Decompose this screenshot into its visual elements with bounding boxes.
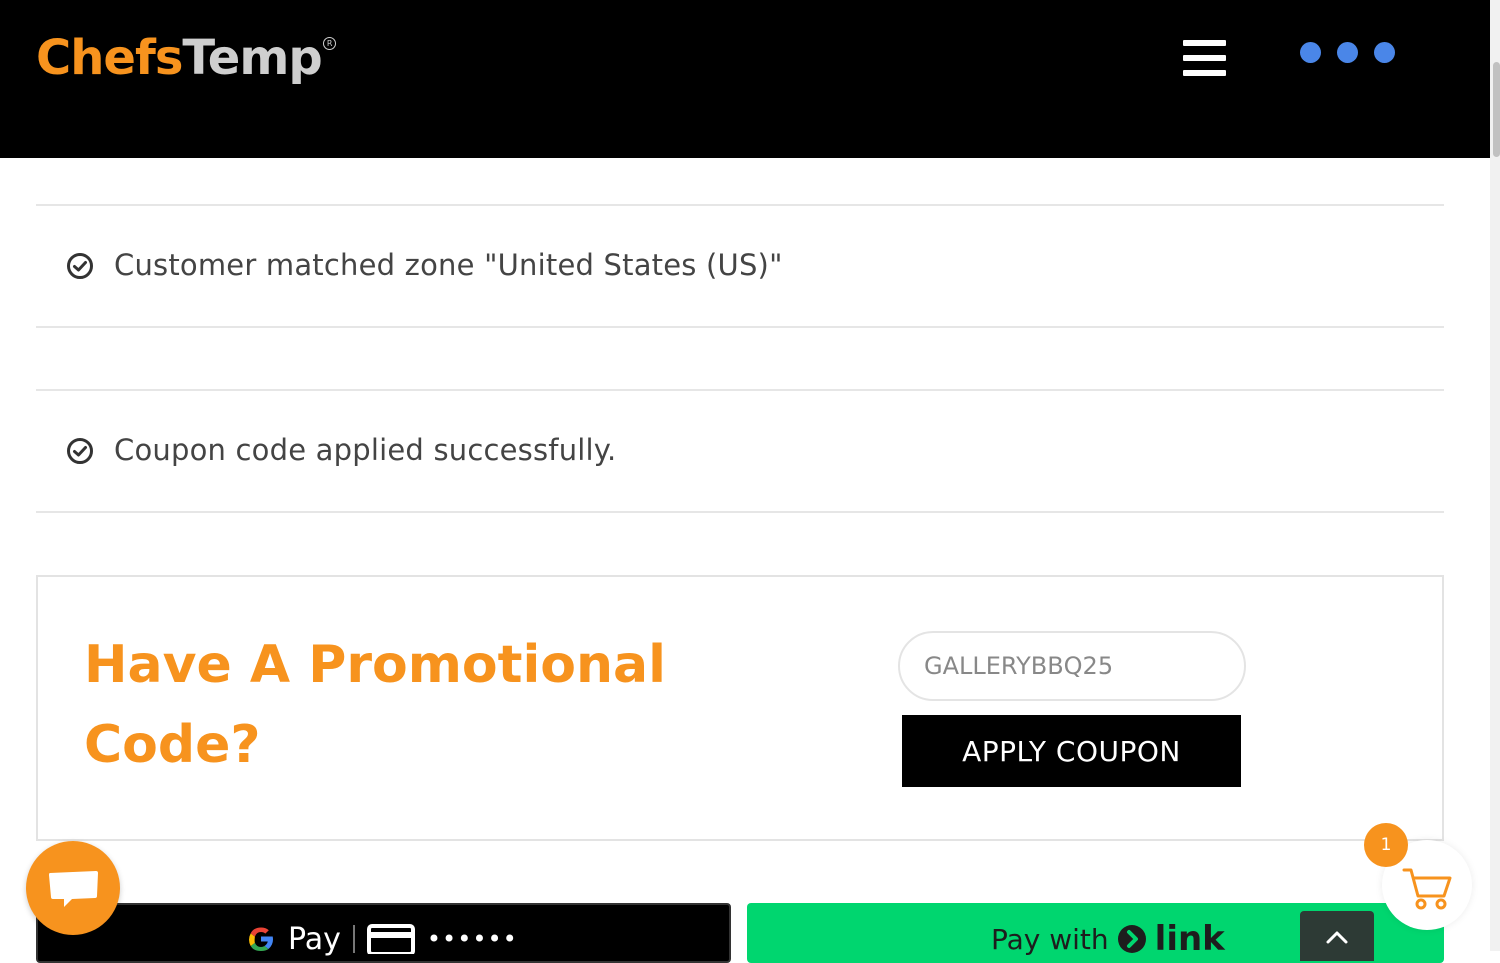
logo-temp-text: Temp (182, 30, 322, 86)
chat-bubble-icon (49, 871, 98, 907)
credit-card-icon (366, 924, 415, 954)
link-brand-text: link (1154, 919, 1225, 959)
three-dots-icon[interactable] (1300, 42, 1400, 64)
gpay-divider (352, 925, 355, 953)
chat-button[interactable] (26, 841, 120, 935)
logo-chefs-text: Chefs (36, 30, 183, 86)
check-circle-icon (67, 438, 93, 464)
registered-mark: R (322, 37, 336, 50)
apply-coupon-button[interactable]: APPLY COUPON (902, 715, 1241, 787)
cart-count-badge: 1 (1364, 823, 1408, 867)
google-g-icon (249, 927, 273, 951)
hamburger-icon[interactable] (1183, 40, 1226, 76)
promo-code-panel: Have A Promotional Code? APPLY COUPON (36, 575, 1444, 841)
chevron-up-icon (1326, 931, 1348, 944)
gpay-label: Pay (288, 921, 341, 957)
check-circle-icon (67, 253, 93, 279)
scrollbar-thumb[interactable] (1493, 62, 1500, 157)
google-pay-button[interactable]: Pay •••••• (36, 903, 731, 963)
notice-coupon-applied: Coupon code applied successfully. (36, 389, 1444, 513)
scroll-to-top-button[interactable] (1300, 911, 1374, 961)
coupon-code-input[interactable] (898, 631, 1246, 701)
card-number-dots: •••••• (426, 925, 518, 953)
notice-text: Coupon code applied successfully. (114, 433, 617, 467)
notice-text: Customer matched zone "United States (US… (114, 248, 783, 282)
chefstemp-logo[interactable]: ChefsTemp R (36, 28, 336, 88)
notice-zone-match: Customer matched zone "United States (US… (36, 204, 1444, 328)
link-arrow-icon (1117, 925, 1146, 953)
site-header: ChefsTemp R (0, 0, 1490, 158)
promo-heading: Have A Promotional Code? (84, 635, 666, 775)
